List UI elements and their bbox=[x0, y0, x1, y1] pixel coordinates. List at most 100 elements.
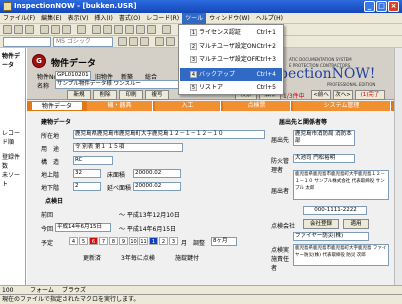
preview-icon[interactable] bbox=[25, 25, 34, 34]
bold-icon[interactable] bbox=[118, 37, 127, 46]
cal-month[interactable]: 9 bbox=[119, 237, 128, 245]
check-3yr[interactable]: 3年毎に点検 bbox=[121, 253, 155, 262]
menu-item-shortcut: Ctrl+2 bbox=[256, 43, 276, 50]
find-icon[interactable] bbox=[125, 25, 134, 34]
report-dest-field[interactable]: 鹿児島市消防局 消防本部 bbox=[293, 130, 355, 146]
this-from-field[interactable]: 平成14年6月15日 bbox=[55, 223, 111, 232]
align-center-icon[interactable] bbox=[166, 37, 175, 46]
left-panel-unsorted[interactable]: 未ソート bbox=[2, 170, 25, 188]
tab-input[interactable]: 入工 bbox=[155, 101, 221, 111]
close-button[interactable]: × bbox=[388, 1, 399, 12]
field-label-below: 地下階 bbox=[41, 185, 60, 192]
sort-asc-icon[interactable] bbox=[92, 25, 101, 34]
total-area-field[interactable]: 20000.02 bbox=[133, 182, 181, 191]
check-updated[interactable]: 更新済 bbox=[83, 253, 101, 262]
cal-month[interactable]: 4 bbox=[69, 237, 78, 245]
adjust-field[interactable]: 8ヶ月 bbox=[211, 237, 237, 246]
report-dest-label: 届出先 bbox=[271, 137, 290, 144]
menu-edit[interactable]: 編集(E) bbox=[38, 13, 64, 24]
left-panel-sort[interactable]: レコード順 bbox=[2, 128, 25, 146]
copy-button[interactable]: 複写 bbox=[145, 90, 169, 100]
record-nav-bar: 100 フォーム ブラウズ bbox=[0, 285, 402, 294]
menu-view[interactable]: 表示(V) bbox=[65, 13, 92, 24]
inspector-field[interactable]: 鹿児島県鹿児島市鹿児島町大字鹿児島 ファイヤー防災(株) 代表取締役 防災 次郎 bbox=[293, 244, 389, 266]
prev-to-value[interactable]: 平成13年12月10日 bbox=[127, 212, 180, 219]
tab-equipment[interactable]: 機・器具 bbox=[87, 101, 153, 111]
italic-icon[interactable] bbox=[129, 37, 138, 46]
menu-item-license[interactable]: 1 ライセンス認証 Ctrl+1 bbox=[180, 26, 282, 39]
sort-desc-icon[interactable] bbox=[103, 25, 112, 34]
menu-format[interactable]: 書式(O) bbox=[116, 13, 143, 24]
font-combo[interactable]: MS ゴシック bbox=[53, 37, 113, 47]
notifier-field[interactable]: 鹿児島県鹿児島市鹿児島町大字鹿児島１２－１－１０ サンプル株式会社 代表取締役 … bbox=[293, 170, 389, 200]
tab-bukken[interactable]: 物件データ bbox=[31, 101, 83, 111]
manager-field[interactable]: 大池司 門松裕明 bbox=[293, 154, 355, 163]
cal-month[interactable]: 7 bbox=[99, 237, 108, 245]
menu-item-label: ライセンス認証 bbox=[199, 29, 241, 36]
menu-record[interactable]: レコード(R) bbox=[143, 13, 182, 24]
usage-field[interactable]: 令 別表 第１ １５項 bbox=[73, 143, 183, 152]
minimize-button[interactable]: _ bbox=[364, 1, 375, 12]
copy-icon[interactable] bbox=[51, 25, 60, 34]
print-button[interactable]: 印刷 bbox=[119, 90, 143, 100]
tab-inspection[interactable]: 点検票 bbox=[223, 101, 291, 111]
menu-item-label: マルチユーザ設定ON bbox=[199, 43, 257, 50]
phone-field[interactable]: 000-1111-2222 bbox=[303, 206, 367, 215]
menu-tools[interactable]: ツール bbox=[182, 13, 207, 24]
menu-item-multiuser-on[interactable]: 2 マルチユーザ設定ON Ctrl+2 bbox=[180, 40, 282, 53]
menu-num: 5 bbox=[190, 84, 197, 91]
tab-system[interactable]: システム管理 bbox=[293, 101, 391, 111]
next-button[interactable]: 次へ> bbox=[333, 90, 353, 100]
filter-icon[interactable] bbox=[114, 25, 123, 34]
cut-icon[interactable] bbox=[40, 25, 49, 34]
cal-month[interactable]: 3 bbox=[169, 237, 178, 245]
floors-above-field[interactable]: 32 bbox=[73, 169, 101, 178]
print-icon[interactable] bbox=[14, 25, 23, 34]
cal-month[interactable]: 10 bbox=[129, 237, 138, 245]
contractor-name-field[interactable]: ファイヤー防災(株) bbox=[293, 232, 369, 241]
menu-item-multiuser-off[interactable]: 3 マルチユーザ設定OFF Ctrl+3 bbox=[180, 53, 282, 66]
vertical-scrollbar[interactable] bbox=[394, 48, 402, 285]
menu-file[interactable]: ファイル(F) bbox=[0, 13, 38, 24]
db-window-icon[interactable] bbox=[162, 25, 171, 34]
cal-month[interactable]: 8 bbox=[109, 237, 118, 245]
bukken-no-field[interactable]: GPL010201 bbox=[55, 71, 91, 80]
save-icon[interactable] bbox=[3, 25, 12, 34]
menu-item-restore[interactable]: 5 リストア Ctrl+5 bbox=[180, 81, 282, 94]
inspector-label: 点検実施責任者 bbox=[271, 247, 290, 272]
cal-month[interactable]: 11 bbox=[139, 237, 148, 245]
floor-area-field[interactable]: 20000.02 bbox=[133, 169, 181, 178]
menu-help[interactable]: ヘルプ(H) bbox=[253, 13, 286, 24]
underline-icon[interactable] bbox=[140, 37, 149, 46]
menu-num: 4 bbox=[190, 71, 197, 78]
cal-month[interactable]: 5 bbox=[79, 237, 88, 245]
status-bar: 現在のファイルで指定されたマクロを実行します。 bbox=[0, 294, 402, 304]
new-record-icon[interactable] bbox=[136, 25, 145, 34]
contractor-register-button[interactable]: 会社登録 bbox=[303, 219, 339, 229]
menu-insert[interactable]: 挿入(I) bbox=[91, 13, 115, 24]
object-combo[interactable] bbox=[3, 37, 51, 47]
delete-record-icon[interactable] bbox=[147, 25, 156, 34]
structure-field[interactable]: RC bbox=[73, 156, 113, 165]
delete-button[interactable]: 削除 bbox=[93, 90, 117, 100]
check-lock[interactable]: 施錠鍵付 bbox=[175, 253, 199, 262]
floors-below-field[interactable]: 2 bbox=[73, 182, 101, 191]
menu-window[interactable]: ウィンドウ(W) bbox=[206, 13, 253, 24]
this-to-value[interactable]: 平成14年6月15日 bbox=[127, 226, 176, 233]
align-left-icon[interactable] bbox=[155, 37, 164, 46]
address-field[interactable]: 鹿児島県鹿児島市鹿児島町大字鹿児島１２－１－１２－１０ bbox=[73, 130, 265, 139]
name-field[interactable]: サンプル物件データ様 ワンスルー bbox=[55, 80, 185, 89]
cal-month[interactable]: 1 bbox=[149, 237, 158, 245]
undo-icon[interactable] bbox=[77, 25, 86, 34]
tab-strip: 物件データ 機・器具 入工 点検票 システム管理 bbox=[27, 101, 394, 111]
new-button[interactable]: 新規 bbox=[67, 90, 91, 100]
prev-button[interactable]: <前へ bbox=[311, 90, 331, 100]
cal-month[interactable]: 2 bbox=[159, 237, 168, 245]
paste-icon[interactable] bbox=[62, 25, 71, 34]
menu-item-backup[interactable]: 4 バックアップ Ctrl+4 bbox=[180, 68, 282, 81]
cal-month[interactable]: 6 bbox=[89, 237, 98, 245]
this-to: ～ 平成14年6月15日 bbox=[119, 226, 177, 233]
apply-button[interactable]: 適用 bbox=[343, 219, 369, 229]
maximize-button[interactable]: □ bbox=[376, 1, 387, 12]
done-button[interactable]: (1)完了 bbox=[355, 90, 385, 100]
